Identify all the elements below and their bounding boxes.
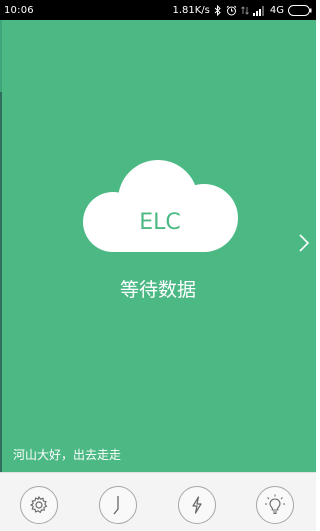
power-button[interactable] xyxy=(178,486,216,524)
bottom-toolbar xyxy=(0,472,316,531)
battery-icon xyxy=(288,4,312,16)
device-label: ELC xyxy=(139,210,181,235)
left-edge-divider-top xyxy=(0,20,2,92)
network-type: 4G xyxy=(269,4,284,16)
status-bar: 10:06 1.81K/s 4G xyxy=(0,0,316,20)
clock-icon xyxy=(113,496,119,515)
signal-icon xyxy=(252,5,266,16)
network-speed: 1.81K/s xyxy=(172,4,210,16)
lightning-icon xyxy=(192,496,202,514)
alarm-icon xyxy=(226,5,237,16)
chevron-right-icon[interactable] xyxy=(297,232,311,254)
gear-icon xyxy=(29,495,48,514)
cloud-icon xyxy=(83,160,238,252)
status-indicators: 1.81K/s 4G xyxy=(172,4,312,16)
settings-button[interactable] xyxy=(20,486,58,524)
status-time: 10:06 xyxy=(4,4,34,16)
data-transfer-icon xyxy=(241,5,249,16)
clock-button[interactable] xyxy=(99,486,137,524)
connection-status: 等待数据 xyxy=(119,279,196,301)
light-button[interactable] xyxy=(256,486,294,524)
bluetooth-icon xyxy=(214,4,222,16)
motto-text: 河山大好，出去走走 xyxy=(13,448,122,462)
lightbulb-icon xyxy=(265,494,285,514)
